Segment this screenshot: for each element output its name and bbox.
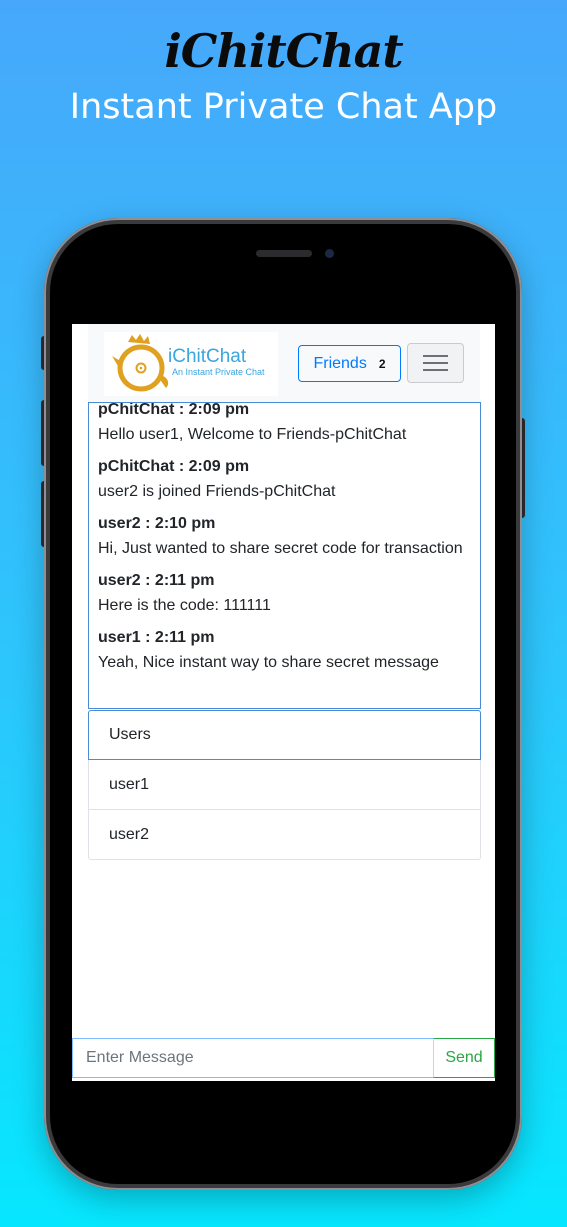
message-text: Hi, Just wanted to share secret code for… (98, 539, 463, 557)
chick-logo-icon (112, 334, 169, 392)
message-sender: pChitChat : 2:09 pm (98, 458, 250, 475)
friends-button[interactable]: Friends 2 (298, 345, 401, 382)
app-screen: iChitChat An Instant Private Chat Friend… (72, 324, 495, 1081)
message-item: pChitChat : 2:09 pm user2 is joined Frie… (98, 455, 470, 504)
message-sender: user2 : 2:11 pm (98, 572, 215, 589)
message-item: pChitChat : 2:09 pm Hello user1, Welcome… (98, 402, 470, 447)
brand-logo[interactable]: iChitChat An Instant Private Chat (104, 332, 278, 396)
users-list: Users user1 user2 (88, 710, 481, 860)
promo-subtitle: Instant Private Chat App (69, 87, 498, 127)
message-sender: user2 : 2:10 pm (98, 515, 216, 532)
message-item: user2 : 2:11 pm Here is the code: 111111 (98, 569, 470, 618)
phone-speaker (256, 250, 312, 257)
message-sender: user1 : 2:11 pm (98, 629, 215, 646)
message-text: Yeah, Nice instant way to share secret m… (98, 653, 439, 671)
message-text: Hello user1, Welcome to Friends-pChitCha… (98, 425, 407, 443)
friends-count-badge: 2 (378, 356, 386, 371)
user-list-item[interactable]: user1 (88, 760, 481, 810)
brand-name: iChitChat (168, 346, 247, 367)
message-list: pChitChat : 2:09 pm Hello user1, Welcome… (98, 402, 470, 683)
message-item: user2 : 2:10 pm Hi, Just wanted to share… (98, 512, 470, 561)
menu-toggle-button[interactable] (407, 343, 464, 383)
user-list-item[interactable]: user2 (88, 810, 481, 860)
message-input[interactable] (72, 1038, 434, 1078)
hamburger-icon (423, 355, 448, 357)
message-text: user2 is joined Friends-pChitChat (98, 482, 336, 500)
message-text: Here is the code: 111111 (98, 596, 271, 614)
friends-label: Friends (313, 354, 367, 372)
message-sender: pChitChat : 2:09 pm (98, 402, 250, 418)
promo-title: iChitChat (164, 24, 403, 78)
chat-messages-box[interactable]: pChitChat : 2:09 pm Hello user1, Welcome… (88, 402, 481, 709)
brand-tagline: An Instant Private Chat (172, 367, 265, 377)
phone-camera (325, 249, 334, 258)
message-composer: Send (72, 1038, 495, 1078)
users-header: Users (88, 710, 481, 760)
send-button[interactable]: Send (433, 1038, 495, 1078)
navbar: iChitChat An Instant Private Chat Friend… (88, 324, 480, 402)
message-item: user1 : 2:11 pm Yeah, Nice instant way t… (98, 626, 470, 675)
